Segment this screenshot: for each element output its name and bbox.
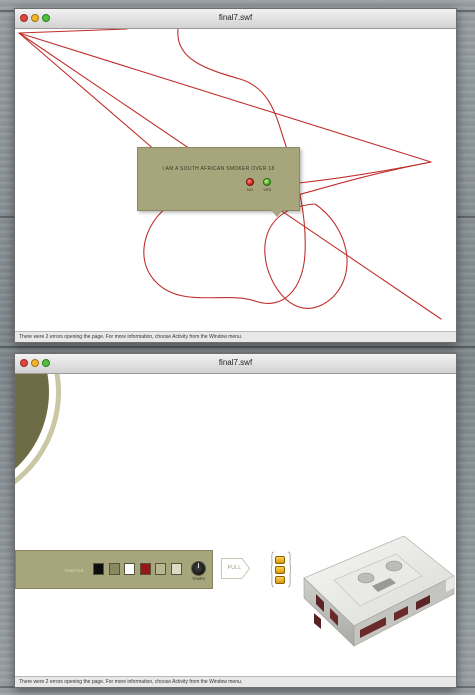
- track-button-stack: [271, 551, 291, 588]
- flash-stage: PHOTOS TEMPO PULL: [15, 374, 456, 676]
- cassette-tape-icon[interactable]: [296, 536, 456, 648]
- swatch-black[interactable]: [93, 563, 104, 575]
- age-question-text: I AM A SOUTH AFRICAN SMOKER OVER 18: [162, 166, 275, 172]
- title-bar[interactable]: final7.swf: [15, 354, 456, 374]
- browser-window-top: final7.swf I AM A SOUTH AFRICAN SMOKER O…: [14, 8, 457, 343]
- status-bar: There were 2 errors opening the page. Fo…: [15, 676, 456, 687]
- track-button-1[interactable]: [275, 556, 285, 564]
- status-bar: There were 2 errors opening the page. Fo…: [15, 331, 456, 342]
- photos-label: PHOTOS: [65, 568, 84, 573]
- tempo-knob-icon[interactable]: [192, 562, 205, 575]
- window-title: final7.swf: [218, 13, 253, 22]
- swatch-white[interactable]: [124, 563, 135, 575]
- photo-control-panel: PHOTOS TEMPO: [15, 550, 213, 589]
- no-button-icon: [246, 178, 254, 186]
- title-bar[interactable]: final7.swf: [15, 9, 456, 29]
- yes-label: YES: [262, 187, 271, 192]
- no-label: NO: [247, 187, 253, 192]
- yes-button[interactable]: YES: [258, 178, 276, 196]
- age-verification-dialog: I AM A SOUTH AFRICAN SMOKER OVER 18 NO Y…: [137, 147, 300, 217]
- dialog-pointer: [271, 210, 283, 217]
- flash-stage: I AM A SOUTH AFRICAN SMOKER OVER 18 NO Y…: [15, 29, 456, 331]
- browser-window-bottom: final7.swf PHOTOS TEMPO PULL There were …: [14, 353, 457, 688]
- no-button[interactable]: NO: [241, 178, 259, 196]
- track-button-3[interactable]: [275, 576, 285, 584]
- track-button-2[interactable]: [275, 566, 285, 574]
- swatch-khaki[interactable]: [155, 563, 166, 575]
- pull-tab[interactable]: PULL: [221, 558, 250, 579]
- pull-label: PULL: [227, 565, 242, 571]
- tempo-label: TEMPO: [192, 577, 206, 581]
- yes-button-icon: [263, 178, 271, 186]
- swatch-olive[interactable]: [109, 563, 120, 575]
- swatch-cream[interactable]: [171, 563, 182, 575]
- window-title: final7.swf: [218, 358, 253, 367]
- wood-plank-seam: [0, 346, 475, 348]
- swatch-red[interactable]: [140, 563, 151, 575]
